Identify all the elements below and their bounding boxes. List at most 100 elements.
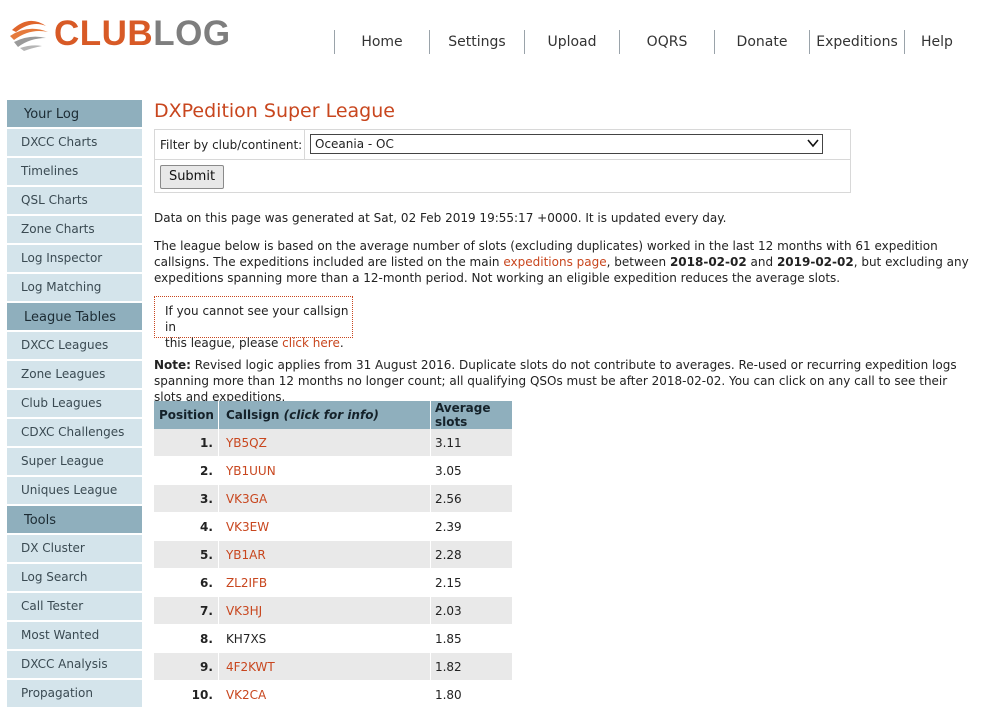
nav-expeditions[interactable]: Expeditions [809,30,904,54]
league-description: The league below is based on the average… [154,238,974,286]
callsign-header-label: Callsign [225,408,280,422]
main-content: DXPedition Super League Filter by club/c… [154,98,974,709]
filter-divider [304,130,305,159]
chevron-down-icon [807,139,819,148]
note-text: Revised logic applies from 31 August 201… [154,358,957,404]
table-row: 8. KH7XS 1.85 [154,624,512,653]
nav-settings[interactable]: Settings [429,30,524,54]
sidebar-item-log-matching[interactable]: Log Matching [7,274,142,301]
callsign-link[interactable]: VK3GA [226,492,267,506]
average-slots-cell: 3.05 [429,456,512,485]
sidebar-item-dxcc-leagues[interactable]: DXCC Leagues [7,332,142,359]
notice-end: . [339,336,344,350]
logo-log-text: LOG [153,14,231,53]
position-cell: 10. [154,680,219,709]
callsign-cell: YB1UUN [217,456,431,485]
average-slots-cell: 1.80 [429,680,512,709]
page-title: DXPedition Super League [154,100,395,122]
sidebar: Your Log DXCC Charts Timelines QSL Chart… [7,100,142,709]
note-paragraph: Note: Revised logic applies from 31 Augu… [154,357,974,405]
sidebar-item-club-leagues[interactable]: Club Leagues [7,390,142,417]
notice-line-2: this league, please [165,336,283,350]
nav-oqrs[interactable]: OQRS [619,30,714,54]
callsign-link[interactable]: 4F2KWT [226,660,275,674]
sidebar-item-zone-leagues[interactable]: Zone Leagues [7,361,142,388]
filter-label: Filter by club/continent: [160,138,303,152]
nav-donate[interactable]: Donate [714,30,809,54]
filter-form: Filter by club/continent: Oceania - OC S… [154,129,851,193]
callsign-link[interactable]: VK3EW [226,520,269,534]
club-continent-select[interactable]: Oceania - OC [310,134,823,154]
callsign-cell: VK2CA [217,680,431,709]
sidebar-item-dx-cluster[interactable]: DX Cluster [7,535,142,562]
column-header-average-slots: Average slots [429,401,512,429]
callsign-link[interactable]: ZL2IFB [226,576,267,590]
callsign-cell: VK3HJ [217,596,431,625]
position-cell: 2. [154,456,219,485]
sidebar-item-super-league[interactable]: Super League [7,448,142,475]
league-table-body: 1. YB5QZ 3.11 2. YB1UUN 3.05 3. VK3GA 2.56 4. VK3E… [154,429,512,709]
position-cell: 1. [154,429,219,457]
average-slots-cell: 2.15 [429,568,512,597]
average-slots-cell: 2.28 [429,540,512,569]
position-cell: 7. [154,596,219,625]
nav-home[interactable]: Home [334,30,429,54]
sidebar-item-dxcc-analysis[interactable]: DXCC Analysis [7,651,142,678]
callsign-link[interactable]: VK2CA [226,688,266,702]
select-value: Oceania - OC [315,137,394,151]
table-row: 10. VK2CA 1.80 [154,680,512,709]
average-slots-cell: 1.85 [429,624,512,653]
callsign-cell: YB1AR [217,540,431,569]
click-here-link[interactable]: click here [282,336,340,350]
position-cell: 8. [154,624,219,653]
table-row: 3. VK3GA 2.56 [154,484,512,513]
callsign-cell: KH7XS [217,624,431,653]
logo-globe-icon [10,20,48,51]
clublog-logo[interactable]: CLUBLOG [8,14,231,54]
top-navigation: Home Settings Upload OQRS Donate Expedit… [334,30,969,56]
sidebar-item-call-tester[interactable]: Call Tester [7,593,142,620]
note-label: Note: [154,358,191,372]
start-date: 2018-02-02 [669,255,747,269]
desc-text-3: and [746,255,777,269]
sidebar-item-qsl-charts[interactable]: QSL Charts [7,187,142,214]
sidebar-item-log-search[interactable]: Log Search [7,564,142,591]
sidebar-item-dxcc-charts[interactable]: DXCC Charts [7,129,142,156]
sidebar-heading-your-log: Your Log [7,100,142,127]
table-row: 7. VK3HJ 2.03 [154,596,512,625]
expeditions-page-link[interactable]: expeditions page [503,255,606,269]
table-row: 4. VK3EW 2.39 [154,512,512,541]
callsign-link[interactable]: YB1UUN [226,464,276,478]
generated-timestamp: Data on this page was generated at Sat, … [154,211,727,225]
callsign-text: KH7XS [225,631,267,646]
desc-text-2: , between [606,255,670,269]
sidebar-item-cdxc-challenges[interactable]: CDXC Challenges [7,419,142,446]
sidebar-item-timelines[interactable]: Timelines [7,158,142,185]
callsign-link[interactable]: VK3HJ [226,604,262,618]
average-slots-cell: 2.03 [429,596,512,625]
position-cell: 9. [154,652,219,681]
column-header-callsign: Callsign (click for info) [217,401,431,429]
sidebar-item-most-wanted[interactable]: Most Wanted [7,622,142,649]
position-cell: 4. [154,512,219,541]
callsign-cell: ZL2IFB [217,568,431,597]
filter-row: Filter by club/continent: Oceania - OC [155,130,850,160]
nav-upload[interactable]: Upload [524,30,619,54]
average-slots-cell: 2.39 [429,512,512,541]
callsign-cell: VK3EW [217,512,431,541]
table-row: 2. YB1UUN 3.05 [154,456,512,485]
sidebar-heading-tools: Tools [7,506,142,533]
sidebar-item-propagation[interactable]: Propagation [7,680,142,707]
position-cell: 5. [154,540,219,569]
sidebar-heading-league-tables: League Tables [7,303,142,330]
callsign-link[interactable]: YB1AR [226,548,266,562]
submit-button[interactable]: Submit [160,165,224,189]
column-header-position: Position [154,401,219,429]
nav-help[interactable]: Help [904,30,969,54]
notice-line-1: If you cannot see your callsign in [165,304,349,334]
callsign-header-hint: (click for info) [283,408,379,422]
sidebar-item-zone-charts[interactable]: Zone Charts [7,216,142,243]
sidebar-item-uniques-league[interactable]: Uniques League [7,477,142,504]
sidebar-item-log-inspector[interactable]: Log Inspector [7,245,142,272]
callsign-link[interactable]: YB5QZ [226,436,267,450]
